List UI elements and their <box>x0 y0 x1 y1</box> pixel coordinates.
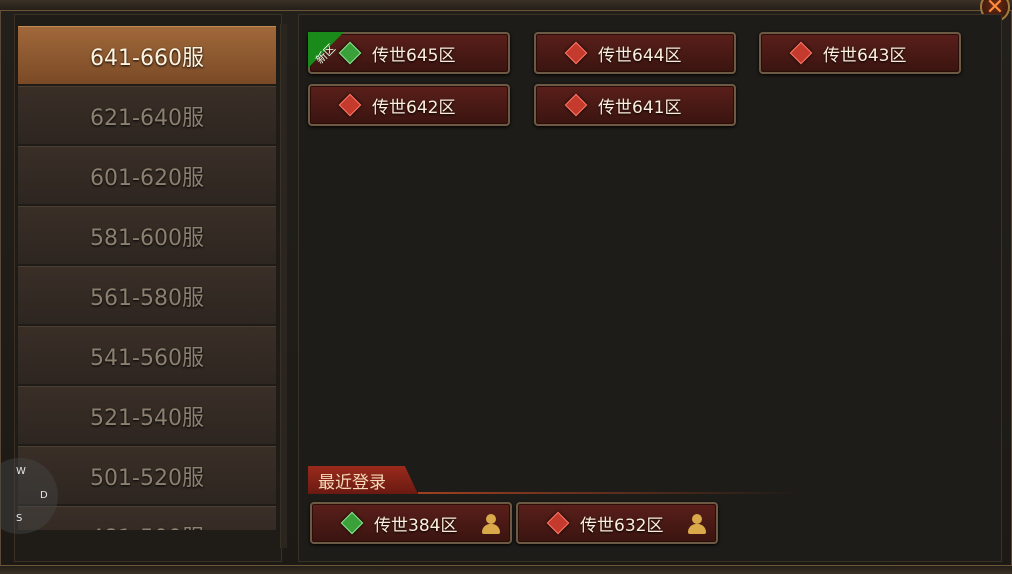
status-diamond-icon <box>340 511 364 535</box>
server-button[interactable]: 新区 传世645区 <box>308 32 510 74</box>
sidebar-item-621-640[interactable]: 621-640服 <box>18 86 276 144</box>
server-label: 传世645区 <box>372 45 456 66</box>
status-diamond-icon <box>564 93 588 117</box>
sidebar-item-541-560[interactable]: 541-560服 <box>18 326 276 384</box>
server-button[interactable]: 传世643区 <box>759 32 961 74</box>
sidebar-item-481-500[interactable]: 481-500服 <box>18 506 276 530</box>
server-range-list[interactable]: 641-660服 621-640服 601-620服 581-600服 561-… <box>18 26 276 530</box>
status-diamond-icon <box>338 93 362 117</box>
sidebar-item-521-540[interactable]: 521-540服 <box>18 386 276 444</box>
joystick-down-label: S <box>16 513 23 524</box>
recent-server-button[interactable]: 传世632区 <box>516 502 718 544</box>
character-icon <box>482 514 500 534</box>
joystick-right-label: D <box>40 490 48 501</box>
window-bottom-border <box>0 565 1012 574</box>
sidebar-scrollbar[interactable] <box>280 24 287 548</box>
server-label: 传世641区 <box>598 97 682 118</box>
status-diamond-icon <box>789 41 813 65</box>
server-label: 传世642区 <box>372 97 456 118</box>
recent-server-button[interactable]: 传世384区 <box>310 502 512 544</box>
sidebar-item-561-580[interactable]: 561-580服 <box>18 266 276 324</box>
window-top-border <box>0 0 1012 11</box>
server-button[interactable]: 传世644区 <box>534 32 736 74</box>
joystick-up-label: W <box>16 466 26 477</box>
character-icon <box>688 514 706 534</box>
recent-divider <box>418 492 798 494</box>
sidebar-item-581-600[interactable]: 581-600服 <box>18 206 276 264</box>
server-label: 传世384区 <box>374 515 458 536</box>
status-diamond-icon <box>546 511 570 535</box>
server-label: 传世644区 <box>598 45 682 66</box>
status-diamond-icon <box>564 41 588 65</box>
recent-login-title: 最近登录 <box>318 472 386 493</box>
server-button[interactable]: 传世642区 <box>308 84 510 126</box>
server-label: 传世632区 <box>580 515 664 536</box>
sidebar-item-641-660[interactable]: 641-660服 <box>18 26 276 84</box>
server-button[interactable]: 传世641区 <box>534 84 736 126</box>
recent-login-tab: 最近登录 <box>308 466 418 494</box>
sidebar-item-601-620[interactable]: 601-620服 <box>18 146 276 204</box>
server-label: 传世643区 <box>823 45 907 66</box>
